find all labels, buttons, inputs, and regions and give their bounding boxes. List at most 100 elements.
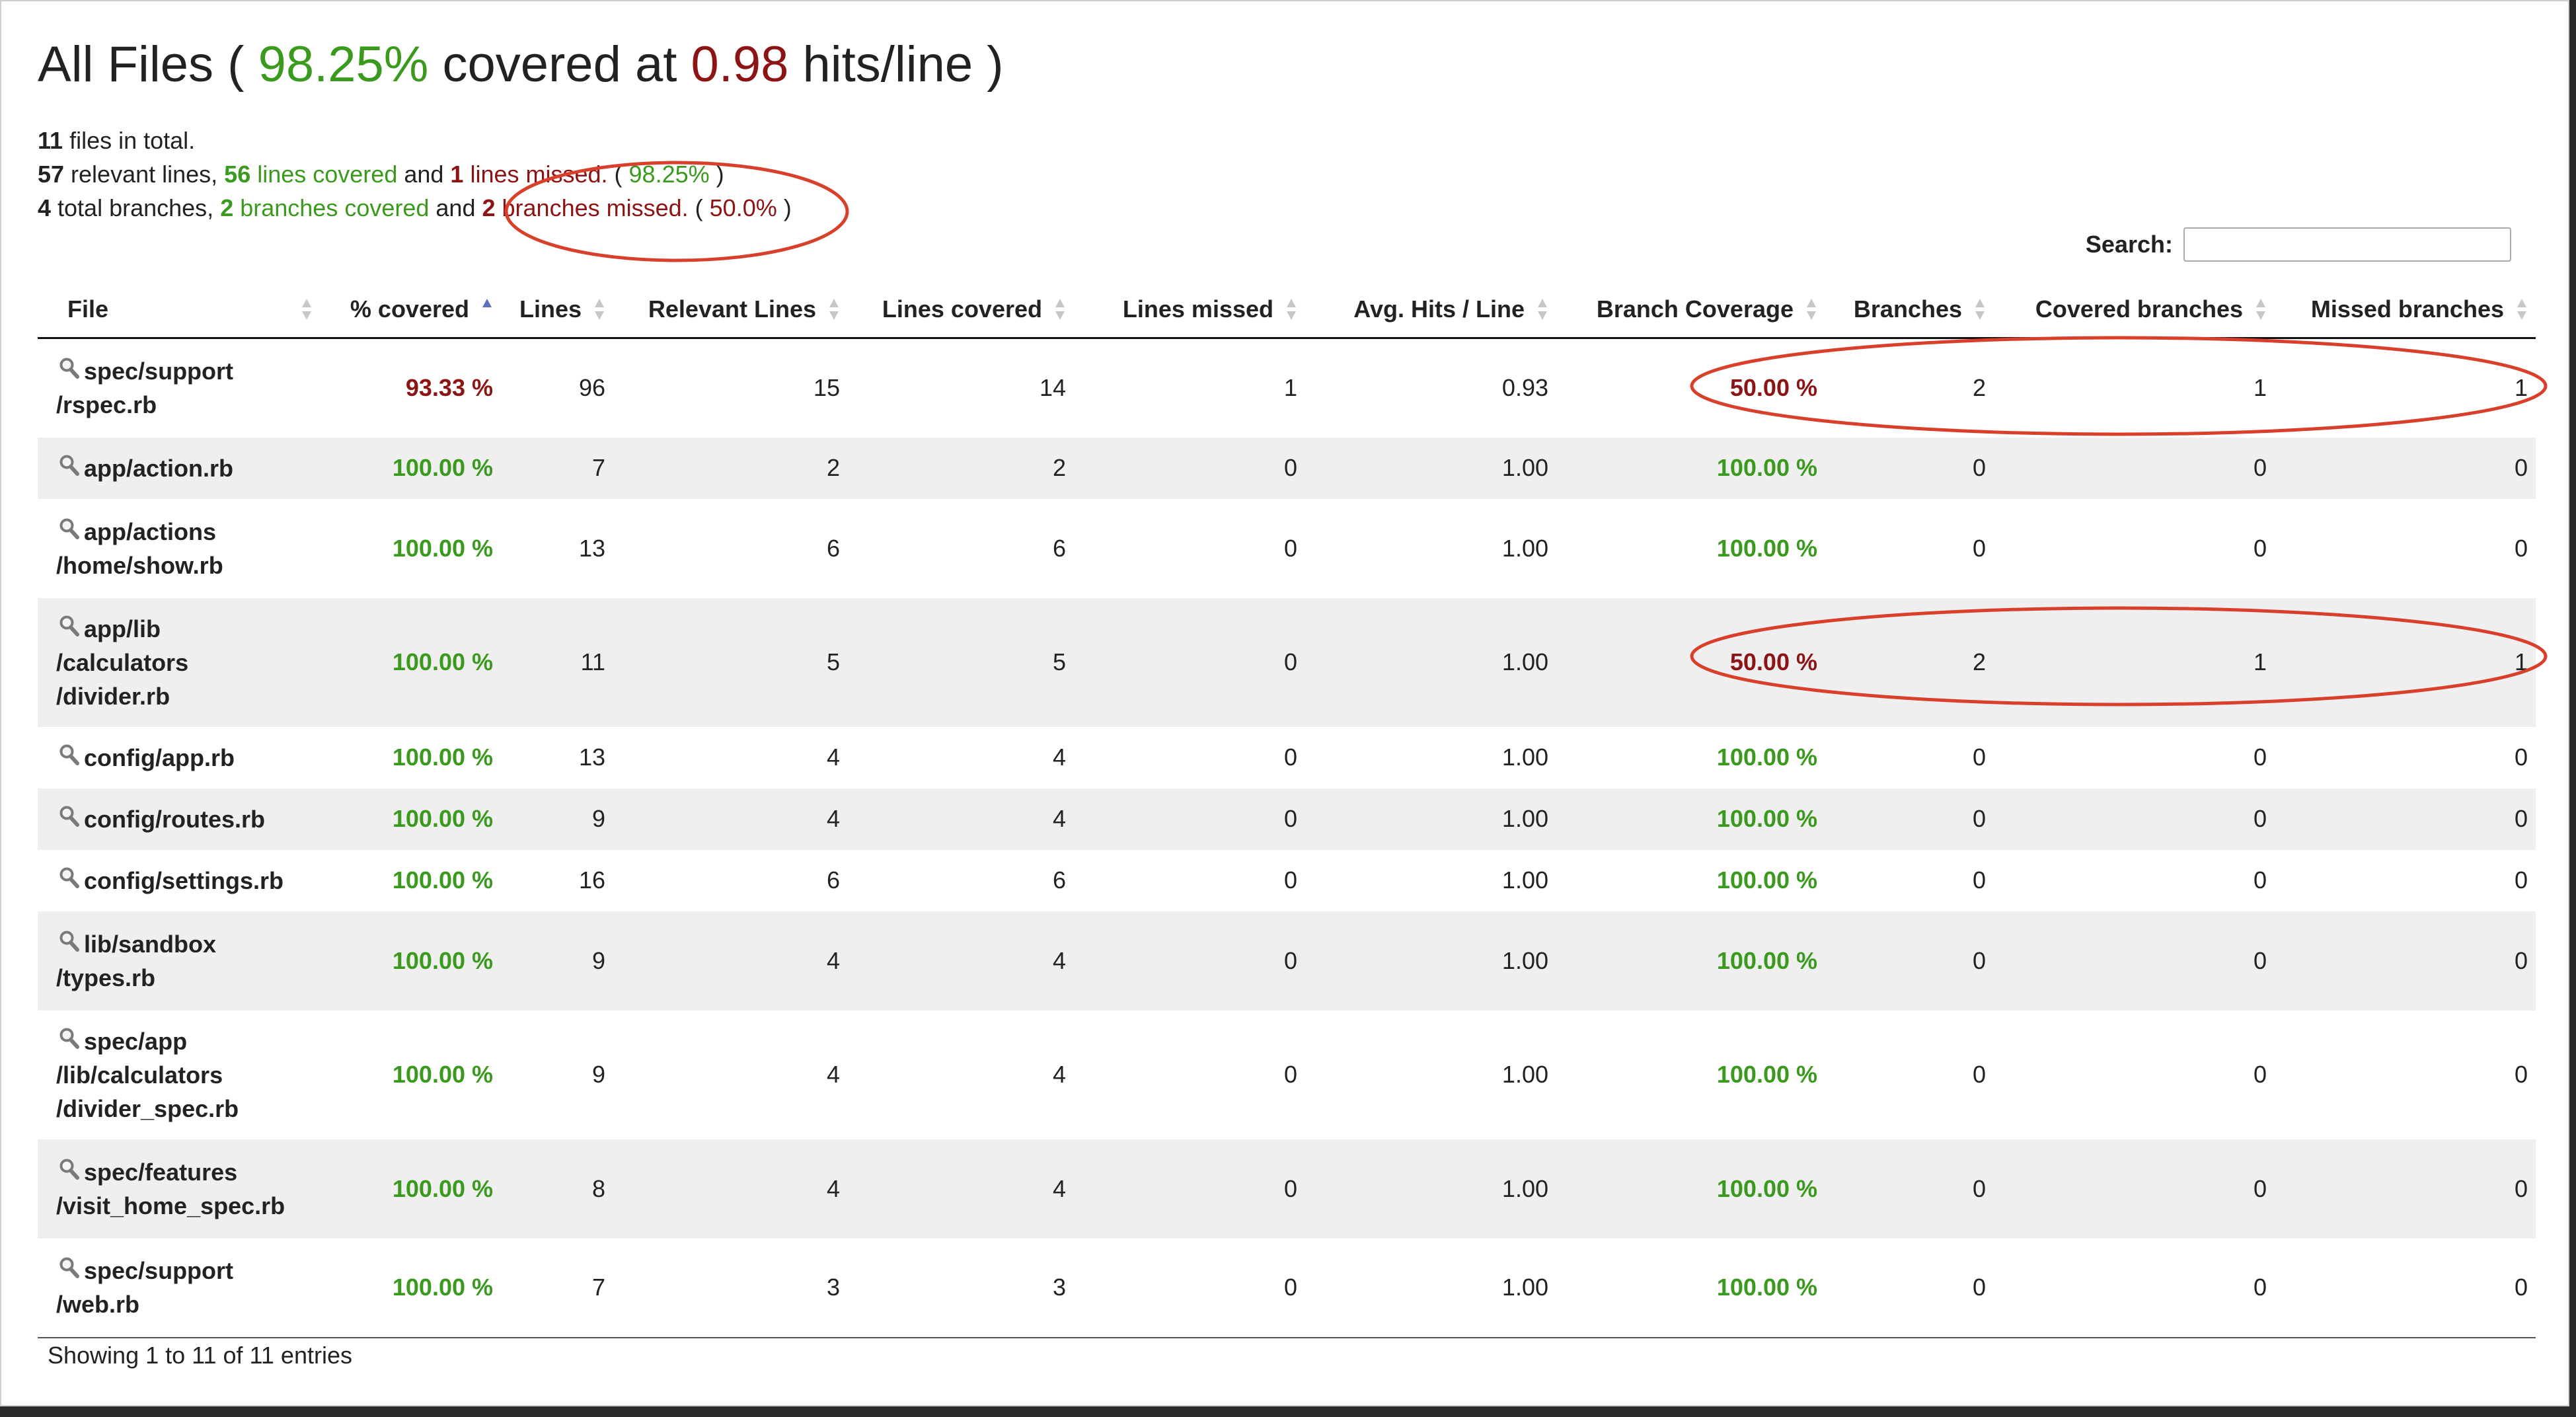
magnifier-icon[interactable] — [56, 354, 83, 383]
column-header-lines-covered[interactable]: Lines covered — [848, 282, 1074, 339]
branches-covered-count: 2 — [220, 194, 234, 221]
magnifier-icon[interactable] — [56, 612, 83, 641]
covered-branches-cell: 0 — [1994, 437, 2275, 499]
table-row[interactable]: spec/features /visit_home_spec.rb 100.00… — [38, 1139, 2536, 1239]
table-row[interactable]: config/settings.rb 100.00 % 16 6 6 0 1.0… — [38, 849, 2536, 911]
magnifier-icon[interactable] — [56, 1024, 83, 1053]
table-row[interactable]: config/routes.rb 100.00 % 9 4 4 0 1.00 1… — [38, 788, 2536, 850]
column-label: Missed branches — [2310, 295, 2504, 323]
table-row[interactable]: lib/sandbox /types.rb 100.00 % 9 4 4 0 1… — [38, 911, 2536, 1011]
table-row[interactable]: config/app.rb 100.00 % 13 4 4 0 1.00 100… — [38, 726, 2536, 788]
file-link[interactable]: config/app.rb — [84, 744, 235, 771]
column-label: Lines covered — [882, 295, 1042, 323]
table-row[interactable]: spec/app /lib/calculators /divider_spec.… — [38, 1010, 2536, 1139]
column-header-missed-branches[interactable]: Missed branches — [2275, 282, 2536, 339]
covered-branches-cell: 0 — [1994, 788, 2275, 850]
avg-hits-cell: 1.00 — [1305, 911, 1556, 1011]
column-header-avg-hits[interactable]: Avg. Hits / Line — [1305, 282, 1556, 339]
percent-covered-cell: 100.00 % — [321, 1139, 501, 1239]
lines-covered-cell: 4 — [848, 911, 1074, 1011]
lines-covered-count: 56 — [224, 161, 251, 188]
lines-missed-cell: 0 — [1074, 788, 1305, 850]
missed-branches-cell: 0 — [2275, 1238, 2536, 1338]
magnifier-icon[interactable] — [56, 451, 83, 480]
avg-hits-cell: 1.00 — [1305, 726, 1556, 788]
file-link[interactable]: config/settings.rb — [84, 867, 284, 894]
file-link[interactable]: config/routes.rb — [84, 806, 265, 833]
sort-arrows-icon — [302, 297, 311, 321]
column-header-covered-branches[interactable]: Covered branches — [1994, 282, 2275, 339]
and-text: and — [397, 161, 451, 188]
missed-branches-cell: 0 — [2275, 1010, 2536, 1139]
column-header-branch-coverage[interactable]: Branch Coverage — [1556, 282, 1825, 339]
lines-summary-line: 57 relevant lines, 56 lines covered and … — [38, 157, 792, 191]
lines-cell: 13 — [501, 498, 613, 598]
column-label: File — [67, 295, 109, 323]
lines-covered-cell: 4 — [848, 1010, 1074, 1139]
branch-coverage-cell: 100.00 % — [1556, 726, 1825, 788]
table-row[interactable]: spec/support /rspec.rb 93.33 % 96 15 14 … — [38, 338, 2536, 438]
percent-covered-cell: 100.00 % — [321, 597, 501, 727]
file-cell: app/actions /home/show.rb — [38, 498, 321, 598]
file-link[interactable]: spec/app /lib/calculators /divider_spec.… — [56, 1028, 239, 1122]
branches-cell: 0 — [1825, 437, 1994, 499]
sort-arrows-icon — [1538, 297, 1547, 321]
files-count: 11 — [38, 127, 63, 154]
lines-covered-cell: 5 — [848, 597, 1074, 727]
lines-covered-cell: 6 — [848, 498, 1074, 598]
column-header-lines[interactable]: Lines — [501, 282, 613, 339]
lines-cell: 9 — [501, 911, 613, 1011]
magnifier-icon[interactable] — [56, 1155, 83, 1184]
file-cell: spec/support /web.rb — [38, 1238, 321, 1338]
magnifier-icon[interactable] — [56, 515, 83, 544]
file-cell: app/action.rb — [38, 437, 321, 499]
file-link[interactable]: spec/support /web.rb — [56, 1257, 233, 1318]
branch-coverage-cell: 50.00 % — [1556, 338, 1825, 438]
magnifier-icon[interactable] — [56, 802, 83, 831]
file-link[interactable]: spec/support /rspec.rb — [56, 358, 233, 418]
column-header-file[interactable]: File — [38, 282, 321, 339]
relevant-lines-cell: 4 — [613, 911, 848, 1011]
branch-coverage-cell: 100.00 % — [1556, 1238, 1825, 1338]
table-info: Showing 1 to 11 of 11 entries — [48, 1342, 352, 1369]
file-coverage-table: File % covered Lines Relevant Lines Line… — [38, 282, 2536, 1338]
magnifier-icon[interactable] — [56, 864, 83, 893]
sort-arrows-icon — [1975, 297, 1985, 321]
branches-percent: 50.0% — [709, 194, 777, 221]
magnifier-icon[interactable] — [56, 927, 83, 956]
sort-arrows-icon — [2517, 297, 2526, 321]
search-input[interactable] — [2183, 227, 2511, 262]
lines-missed-cell: 0 — [1074, 849, 1305, 911]
magnifier-icon[interactable] — [56, 1254, 83, 1283]
lines-covered-cell: 4 — [848, 788, 1074, 850]
table-row[interactable]: app/action.rb 100.00 % 7 2 2 0 1.00 100.… — [38, 437, 2536, 499]
missed-branches-cell: 1 — [2275, 597, 2536, 727]
and-text: and — [429, 194, 482, 221]
branches-cell: 0 — [1825, 498, 1994, 598]
covered-branches-cell: 0 — [1994, 1139, 2275, 1239]
branches-cell: 0 — [1825, 911, 1994, 1011]
lines-covered-cell: 14 — [848, 338, 1074, 438]
lines-missed-cell: 1 — [1074, 338, 1305, 438]
magnifier-icon[interactable] — [56, 741, 83, 770]
file-link[interactable]: spec/features /visit_home_spec.rb — [56, 1159, 285, 1219]
lines-missed-count: 1 — [450, 161, 464, 188]
table-row[interactable]: app/actions /home/show.rb 100.00 % 13 6 … — [38, 498, 2536, 598]
branch-coverage-cell: 100.00 % — [1556, 911, 1825, 1011]
file-link[interactable]: app/action.rb — [84, 455, 233, 482]
paren-close: ) — [709, 161, 724, 188]
avg-hits-cell: 0.93 — [1305, 338, 1556, 438]
table-row[interactable]: app/lib /calculators /divider.rb 100.00 … — [38, 597, 2536, 727]
column-header-percent-covered[interactable]: % covered — [321, 282, 501, 339]
coverage-summary: 11 files in total. 57 relevant lines, 56… — [38, 124, 792, 225]
column-header-lines-missed[interactable]: Lines missed — [1074, 282, 1305, 339]
avg-hits-cell: 1.00 — [1305, 597, 1556, 727]
hits-per-line: 0.98 — [691, 36, 789, 93]
column-header-relevant-lines[interactable]: Relevant Lines — [613, 282, 848, 339]
missed-branches-cell: 0 — [2275, 437, 2536, 499]
column-label: Covered branches — [2035, 295, 2243, 323]
relevant-lines-cell: 15 — [613, 338, 848, 438]
column-header-branches[interactable]: Branches — [1825, 282, 1994, 339]
avg-hits-cell: 1.00 — [1305, 1238, 1556, 1338]
table-row[interactable]: spec/support /web.rb 100.00 % 7 3 3 0 1.… — [38, 1238, 2536, 1338]
